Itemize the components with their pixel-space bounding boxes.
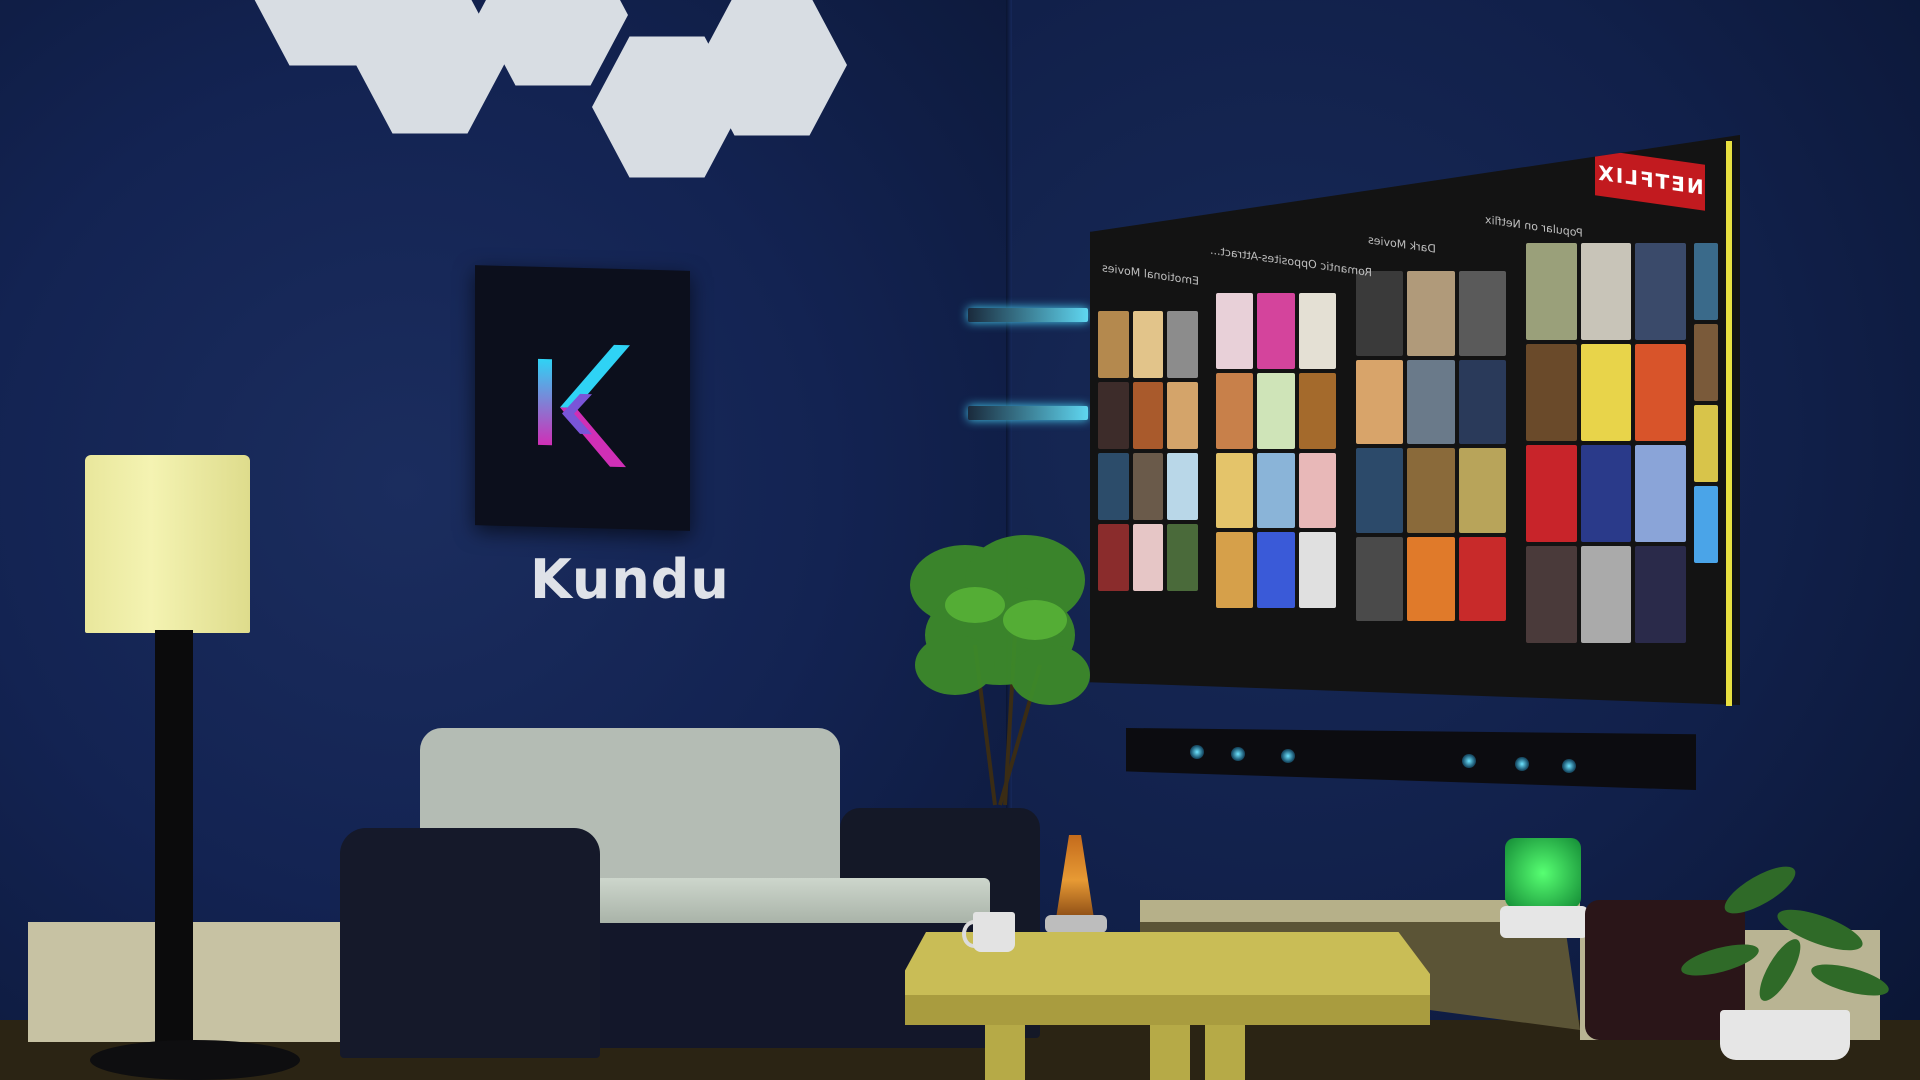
sofa-cushion: [595, 878, 990, 923]
table-leg: [1150, 1025, 1190, 1080]
poster-group-popular: [1526, 243, 1686, 643]
glow-jar: [1505, 838, 1581, 908]
coffee-mug: [973, 912, 1015, 952]
poster-group-edge: [1694, 243, 1718, 563]
speaker-light: [1515, 757, 1529, 771]
plant-pot: [1720, 1010, 1850, 1060]
table-front: [905, 995, 1430, 1025]
speaker-light: [1231, 747, 1245, 761]
lamp-base: [90, 1040, 300, 1080]
poster-group-dark: [1356, 271, 1506, 621]
kundu-k-logo-icon: [538, 344, 630, 468]
speaker-light: [1281, 749, 1295, 763]
floating-shelf: [968, 406, 1088, 420]
baseboard-left: [28, 922, 358, 1042]
table-leg: [985, 1025, 1025, 1080]
floating-shelf: [968, 308, 1088, 322]
kundu-logo-poster: [475, 265, 690, 531]
tv-screen: NETFLIX Popular on Netflix Dark Movies R…: [1090, 135, 1740, 705]
movie-poster-grid: [1098, 243, 1718, 663]
table-leg: [1205, 1025, 1245, 1080]
living-room-scene: Kundu NETFLIX Popular on Netflix Dark Mo…: [0, 0, 1920, 1080]
lamp-pole: [155, 630, 193, 1050]
potted-plant: [910, 535, 1090, 806]
lava-lamp-base: [1045, 915, 1107, 933]
poster-group-romantic: [1216, 293, 1336, 608]
poster-group-emotional: [1098, 311, 1198, 591]
speaker-light: [1190, 745, 1204, 759]
small-plant: [1681, 866, 1889, 1001]
netflix-logo: NETFLIX: [1595, 149, 1705, 211]
brand-name: Kundu: [530, 548, 730, 611]
wall-tv: NETFLIX Popular on Netflix Dark Movies R…: [1090, 135, 1740, 707]
glow-jar-base: [1500, 906, 1588, 938]
speaker-light: [1562, 759, 1576, 773]
sofa-arm-left: [340, 828, 600, 1058]
lamp-shade: [85, 455, 250, 633]
row-label-popular: Popular on Netflix: [1485, 213, 1583, 240]
tv-ambient-edge: [1726, 140, 1732, 707]
speaker-light: [1462, 754, 1476, 768]
